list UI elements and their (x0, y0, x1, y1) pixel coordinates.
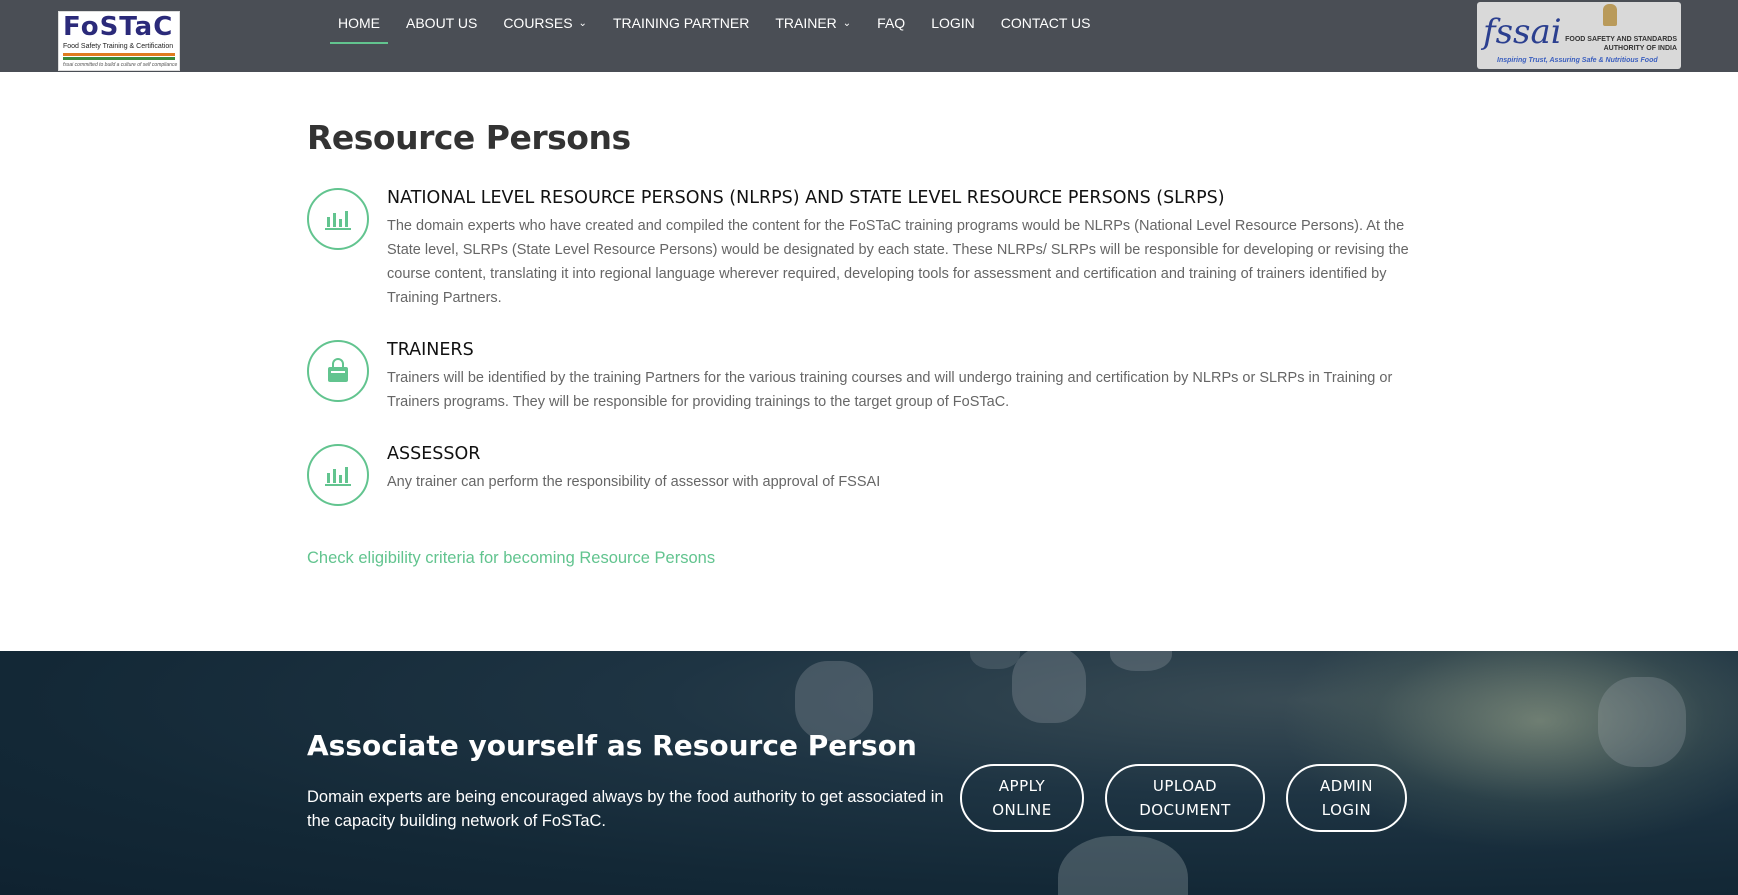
fssai-authority-name: FOOD SAFETY AND STANDARDS AUTHORITY OF I… (1565, 36, 1677, 52)
logo-stripe-orange (63, 53, 175, 56)
cta-description: Domain experts are being encouraged alwa… (307, 788, 944, 830)
feature-trainers: TRAINERS Trainers will be identified by … (307, 340, 1422, 410)
feature-assessor: ASSESSOR Any trainer can perform the res… (307, 444, 1422, 506)
nav-courses-label: COURSES (503, 15, 573, 31)
apply-online-button[interactable]: APPLY ONLINE (960, 764, 1084, 832)
shopping-bag-icon (328, 358, 348, 382)
apply-online-line1: APPLY (998, 777, 1046, 795)
nav-home-label: HOME (338, 15, 380, 31)
logo-stripe-green (63, 57, 175, 60)
fssai-tagline: Inspiring Trust, Assuring Safe & Nutriti… (1497, 57, 1658, 64)
nav-faq[interactable]: FAQ (877, 0, 905, 46)
bokeh-decoration (1598, 677, 1686, 767)
upload-document-button[interactable]: UPLOAD DOCUMENT (1105, 764, 1265, 832)
nav-contact-us-label: CONTACT US (1000, 15, 1091, 31)
nav-about-us-label: ABOUT US (406, 15, 478, 31)
nav-login-label: LOGIN (931, 15, 975, 31)
upload-document-line2: DOCUMENT (1139, 801, 1231, 819)
nav-training-partner[interactable]: TRAINING PARTNER (613, 0, 749, 46)
feature-title: NATIONAL LEVEL RESOURCE PERSONS (NLRPS) … (387, 188, 1225, 208)
apply-online-line2: ONLINE (992, 801, 1052, 819)
admin-login-button[interactable]: ADMIN LOGIN (1286, 764, 1407, 832)
chevron-down-icon: ⌄ (578, 17, 587, 29)
feature-icon-circle (307, 444, 369, 506)
bokeh-decoration (1012, 651, 1086, 723)
site-header: FoSTaC Food Safety Training & Certificat… (0, 0, 1738, 72)
fostac-logo-name: FoSTaC (63, 12, 174, 42)
bar-chart-icon (325, 211, 351, 230)
bokeh-decoration (970, 651, 1020, 669)
nav-training-partner-label: TRAINING PARTNER (612, 15, 750, 31)
eligibility-criteria-link[interactable]: Check eligibility criteria for becoming … (307, 549, 715, 568)
nav-about-us[interactable]: ABOUT US (406, 0, 477, 46)
nav-trainer-label: TRAINER (775, 15, 837, 31)
feature-nlrps-slrps: NATIONAL LEVEL RESOURCE PERSONS (NLRPS) … (307, 188, 1422, 306)
feature-icon-circle (307, 188, 369, 250)
bar-chart-icon (325, 467, 351, 486)
admin-login-line2: LOGIN (1321, 801, 1372, 819)
fssai-logo[interactable]: fssai FOOD SAFETY AND STANDARDS AUTHORIT… (1477, 2, 1681, 69)
fostac-logo-tagline: fssai committed to build a culture of se… (63, 62, 178, 68)
nav-login[interactable]: LOGIN (931, 0, 975, 46)
bokeh-decoration (1058, 836, 1188, 895)
nav-home[interactable]: HOME (330, 0, 388, 46)
feature-icon-circle (307, 340, 369, 402)
feature-text: Any trainer can perform the responsibili… (387, 474, 881, 490)
feature-title: ASSESSOR (387, 444, 481, 464)
national-emblem-icon (1603, 4, 1617, 26)
cta-section: Associate yourself as Resource Person Do… (0, 651, 1738, 895)
feature-text: The domain experts who have created and … (387, 218, 1409, 306)
nav-courses[interactable]: COURSES ⌄ (503, 0, 587, 46)
nav-faq-label: FAQ (877, 15, 906, 31)
upload-document-line1: UPLOAD (1152, 777, 1218, 795)
fostac-logo-subtitle: Food Safety Training & Certification (63, 43, 174, 50)
chevron-down-icon: ⌄ (842, 17, 852, 29)
nav-contact-us[interactable]: CONTACT US (1001, 0, 1091, 46)
bokeh-decoration (1110, 651, 1172, 671)
main-nav: HOME ABOUT US COURSES ⌄ TRAINING PARTNER … (330, 0, 1116, 46)
fostac-logo[interactable]: FoSTaC Food Safety Training & Certificat… (58, 11, 180, 71)
admin-login-line1: ADMIN (1320, 777, 1373, 795)
nav-trainer[interactable]: TRAINER ⌄ (775, 0, 851, 46)
feature-text: Trainers will be identified by the train… (387, 370, 1393, 410)
feature-title: TRAINERS (387, 340, 474, 360)
cta-title: Associate yourself as Resource Person (307, 729, 917, 762)
fssai-logo-name: fssai (1483, 12, 1562, 52)
page-title: Resource Persons (307, 118, 631, 157)
